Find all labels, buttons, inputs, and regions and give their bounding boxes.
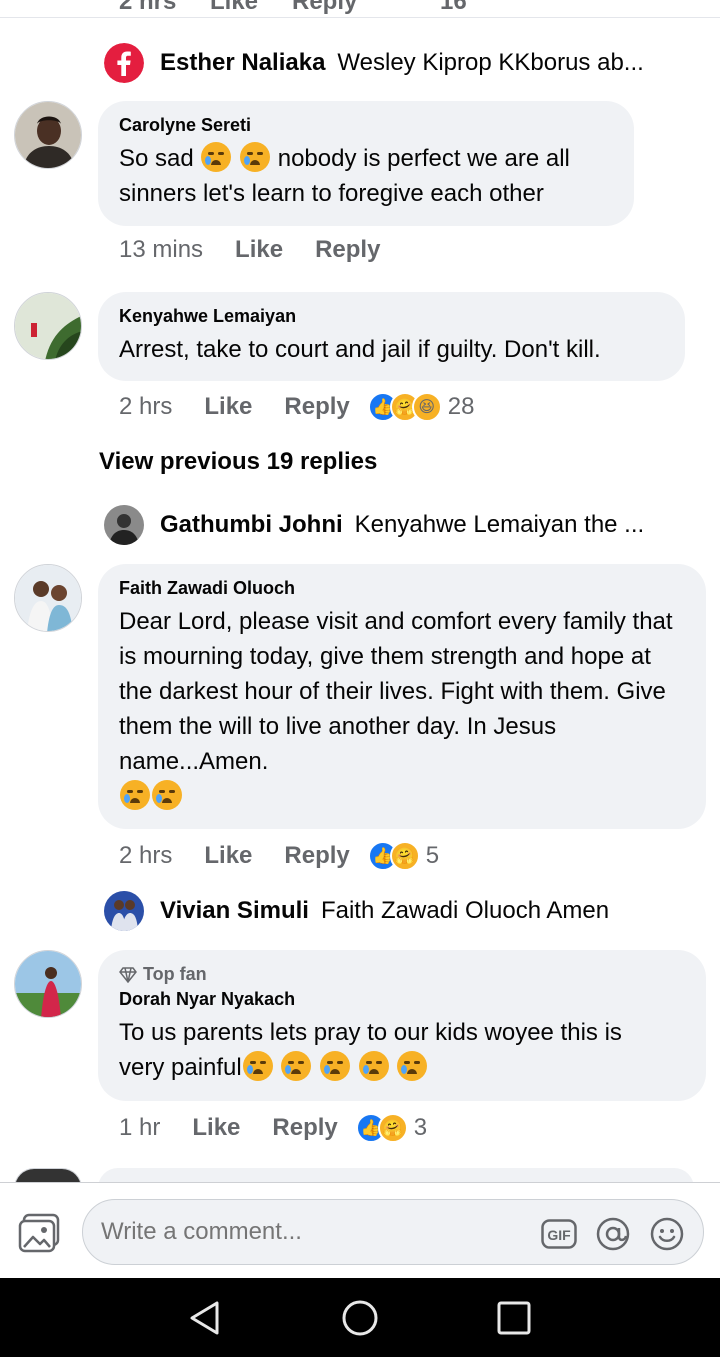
reply-snippet: Kenyahwe Lemaiyan the ... bbox=[354, 511, 645, 538]
sleepy-face-emoji-icon bbox=[397, 1051, 428, 1081]
comment-bubble[interactable]: Faith Zawadi Oluoch Dear Lord, please vi… bbox=[98, 564, 706, 829]
svg-text:GIF: GIF bbox=[547, 1227, 571, 1243]
reply-button[interactable]: Reply bbox=[284, 842, 349, 870]
recents-square-icon[interactable] bbox=[494, 1298, 534, 1338]
comment-text: To us parents lets pray to our kids woye… bbox=[119, 1019, 622, 1081]
top-fan-badge: Top fan bbox=[119, 964, 684, 985]
avatar[interactable] bbox=[14, 101, 82, 169]
comment-meta: 13 mins Like Reply bbox=[119, 236, 412, 264]
comment-text: Dear Lord, please visit and comfort ever… bbox=[119, 608, 673, 775]
comment-meta: 2 hrs Like Reply 👍 🤗 😆 28 bbox=[119, 392, 474, 422]
reply-author[interactable]: Gathumbi Johni bbox=[160, 511, 343, 539]
reaction-count: 5 bbox=[425, 842, 440, 869]
avatar[interactable] bbox=[14, 564, 82, 632]
comment-text: Arrest, take to court and jail if guilty… bbox=[119, 336, 601, 363]
avatar[interactable] bbox=[14, 292, 82, 360]
previous-comment-meta-cut: 2 hrs Like Reply 16 bbox=[0, 0, 720, 18]
like-button[interactable]: Like bbox=[204, 842, 252, 870]
care-reaction-icon: 🤗 bbox=[377, 1113, 408, 1143]
reply-button[interactable]: Reply bbox=[284, 393, 349, 421]
back-triangle-icon[interactable] bbox=[186, 1298, 226, 1338]
home-circle-icon[interactable] bbox=[340, 1298, 380, 1338]
comment-time: 1 hr bbox=[119, 1114, 161, 1141]
comment-time: 2 hrs bbox=[119, 393, 173, 420]
avatar[interactable] bbox=[14, 950, 82, 1018]
comment-bubble[interactable]: Kenyahwe Lemaiyan Arrest, take to court … bbox=[98, 292, 685, 381]
facebook-logo-icon bbox=[104, 43, 144, 83]
reply-author[interactable]: Esther Naliaka bbox=[160, 49, 325, 77]
comment-author[interactable]: Dorah Nyar Nyakach bbox=[119, 989, 684, 1010]
reply-button[interactable]: Reply bbox=[272, 1114, 337, 1142]
avatar bbox=[104, 43, 144, 83]
previous-like-button[interactable]: Like bbox=[210, 0, 258, 16]
reply-snippet: Faith Zawadi Oluoch Amen bbox=[320, 897, 610, 924]
previous-reply-button[interactable]: Reply bbox=[292, 0, 357, 16]
comment-time: 2 hrs bbox=[119, 842, 173, 869]
reply-preview[interactable]: Vivian Simuli Faith Zawadi Oluoch Amen bbox=[104, 889, 609, 933]
comment-emojis bbox=[119, 779, 684, 814]
crying-face-emoji-icon bbox=[201, 142, 232, 172]
reaction-count: 3 bbox=[413, 1114, 428, 1141]
reply-snippet: Wesley Kiprop KKborus ab... bbox=[337, 49, 644, 76]
like-button[interactable]: Like bbox=[204, 393, 252, 421]
avatar bbox=[104, 505, 144, 545]
comment-meta: 2 hrs Like Reply 👍 🤗 5 bbox=[119, 841, 439, 871]
reaction-count: 28 bbox=[447, 393, 475, 420]
photo-icon[interactable] bbox=[18, 1213, 62, 1253]
gif-icon[interactable]: GIF bbox=[541, 1216, 577, 1252]
sleepy-face-emoji-icon bbox=[281, 1051, 312, 1081]
reply-preview[interactable]: Gathumbi Johni Kenyahwe Lemaiyan the ... bbox=[104, 503, 644, 547]
comment-composer: GIF bbox=[0, 1182, 720, 1278]
comment-input-box[interactable]: GIF bbox=[82, 1199, 704, 1265]
sleepy-face-emoji-icon bbox=[242, 1051, 273, 1081]
reply-button[interactable]: Reply bbox=[315, 236, 380, 264]
comment-bubble[interactable]: Top fan Dorah Nyar Nyakach To us parents… bbox=[98, 950, 706, 1101]
comment-time: 13 mins bbox=[119, 236, 204, 263]
smiley-icon[interactable] bbox=[649, 1216, 685, 1252]
view-previous-replies-link[interactable]: View previous 19 replies bbox=[99, 448, 377, 476]
comment-author[interactable]: Faith Zawadi Oluoch bbox=[119, 578, 684, 599]
comment-input[interactable] bbox=[101, 1218, 521, 1246]
sleepy-face-emoji-icon bbox=[320, 1051, 351, 1081]
comment-bubble[interactable]: Carolyne Sereti So sad nobody is perfect… bbox=[98, 101, 634, 226]
reply-preview[interactable]: Esther Naliaka Wesley Kiprop KKborus ab.… bbox=[104, 41, 644, 85]
comment-meta: 1 hr Like Reply 👍 🤗 3 bbox=[119, 1113, 427, 1143]
previous-reaction-count: 16 bbox=[440, 0, 467, 15]
reaction-summary[interactable]: 👍 🤗 3 bbox=[355, 1113, 428, 1143]
sad-face-emoji-icon bbox=[120, 780, 150, 810]
comment-author[interactable]: Carolyne Sereti bbox=[119, 115, 612, 136]
like-button[interactable]: Like bbox=[192, 1114, 240, 1142]
sleepy-face-emoji-icon bbox=[358, 1051, 389, 1081]
comment-author[interactable]: Kenyahwe Lemaiyan bbox=[119, 306, 663, 327]
avatar bbox=[104, 891, 144, 931]
crying-face-emoji-icon bbox=[240, 142, 271, 172]
sad-face-emoji-icon bbox=[152, 780, 182, 810]
reply-author[interactable]: Vivian Simuli bbox=[160, 897, 309, 925]
like-button[interactable]: Like bbox=[235, 236, 283, 264]
at-icon[interactable] bbox=[595, 1216, 631, 1252]
diamond-icon bbox=[119, 966, 137, 983]
comment-text: So sad nobody is perfect we are all sinn… bbox=[119, 141, 612, 211]
previous-comment-time: 2 hrs bbox=[119, 0, 177, 15]
reaction-summary[interactable]: 👍 🤗 5 bbox=[367, 841, 440, 871]
system-navigation-bar bbox=[0, 1278, 720, 1357]
haha-reaction-icon: 😆 bbox=[411, 392, 442, 422]
reaction-summary[interactable]: 👍 🤗 😆 28 bbox=[367, 392, 475, 422]
care-reaction-icon: 🤗 bbox=[389, 841, 420, 871]
